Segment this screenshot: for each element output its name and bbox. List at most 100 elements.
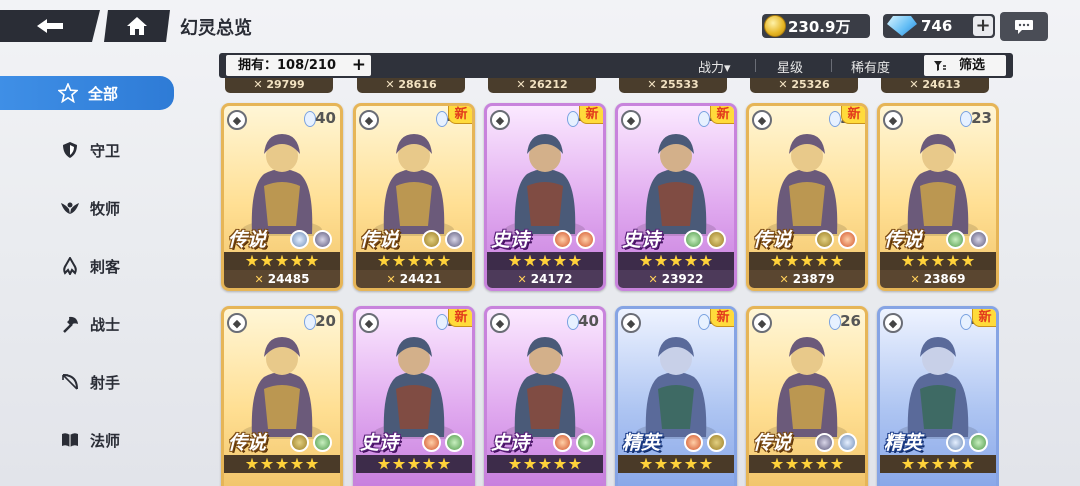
star-icon (901, 457, 915, 470)
star-icon (916, 457, 930, 470)
star-icon (290, 254, 304, 267)
star-icon (770, 254, 784, 267)
star-icon (800, 457, 814, 470)
star-icon (654, 457, 668, 470)
hero-power-value: 23922 (661, 272, 704, 286)
trait-icon (707, 230, 726, 249)
hero-portrait (242, 134, 322, 236)
star-icon (785, 254, 799, 267)
hero-level: 20 (315, 312, 336, 330)
star-rating (618, 455, 734, 473)
sidebar-item-guardian[interactable]: 守卫 (0, 133, 174, 167)
hero-card[interactable]: ◆40精英新 (615, 306, 737, 486)
star-icon (699, 457, 713, 470)
trait-icon (684, 433, 703, 452)
trait-icon (313, 230, 332, 249)
shield-icon (60, 140, 80, 160)
hero-portrait (374, 134, 454, 236)
sidebar-item-archer[interactable]: 射手 (0, 365, 174, 399)
sidebar-item-label: 法师 (90, 431, 121, 450)
home-icon (127, 17, 147, 35)
crossed-swords-icon: ✕ (910, 273, 920, 286)
star-icon (392, 457, 406, 470)
trait-icon (969, 433, 988, 452)
hero-card[interactable]: ◆40精英新 (877, 306, 999, 486)
star-icon (422, 457, 436, 470)
rarity-label: 史诗 (360, 432, 399, 454)
hero-power: ✕ 24421 (356, 270, 472, 288)
hero-card[interactable]: ◆ 26 传说 (746, 306, 868, 486)
star-icon (669, 254, 683, 267)
star-icon (654, 254, 668, 267)
sidebar-item-assassin[interactable]: 刺客 (0, 249, 174, 283)
sort-by-star-button[interactable]: 星级 (777, 57, 803, 76)
star-icon (407, 254, 421, 267)
star-icon (422, 254, 436, 267)
star-icon (931, 254, 945, 267)
star-icon (568, 457, 582, 470)
hero-portrait (898, 337, 978, 439)
hero-level: 40 (578, 312, 599, 330)
crossed-swords-icon: ✕ (517, 273, 527, 286)
trait-icon (815, 230, 834, 249)
sort-by-rarity-button[interactable]: 稀有度 (851, 57, 890, 76)
hero-power-value: 23879 (792, 272, 835, 286)
hero-portrait (636, 134, 716, 236)
star-icon (699, 254, 713, 267)
star-icon (669, 457, 683, 470)
hero-card[interactable]: ◆ 20 传说 (221, 306, 343, 486)
dagger-icon (60, 256, 80, 276)
hero-card[interactable]: ◆ 23 传说 ✕ 23869 (877, 103, 999, 291)
hero-card[interactable]: ◆ 40 史诗 (484, 306, 606, 486)
chat-bubble-icon (1015, 19, 1033, 34)
rarity-label: 传说 (228, 432, 267, 454)
star-icon (901, 254, 915, 267)
star-icon (931, 457, 945, 470)
new-badge: 新 (972, 309, 996, 327)
star-icon (508, 254, 522, 267)
star-icon (260, 254, 274, 267)
star-icon (245, 254, 259, 267)
hero-portrait (767, 337, 847, 439)
star-icon (815, 457, 829, 470)
rarity-label: 传说 (228, 229, 267, 251)
expand-capacity-button[interactable]: + (352, 55, 366, 76)
hero-card[interactable]: ◆ 40 传说 ✕ 24485 (221, 103, 343, 291)
sort-by-power-button[interactable]: 战力▾ (698, 57, 731, 76)
previous-card-power: ✕ 25533 (619, 78, 727, 93)
trait-icon (838, 230, 857, 249)
new-badge: 新 (710, 106, 734, 124)
star-icon (800, 254, 814, 267)
trait-icon (946, 433, 965, 452)
hero-card[interactable]: ◆40史诗✕24172新 (484, 103, 606, 291)
filter-button[interactable]: 筛选 (924, 55, 1006, 76)
back-arrow-icon (37, 19, 63, 33)
add-gems-button[interactable]: + (973, 16, 993, 36)
sidebar-item-warrior[interactable]: 战士 (0, 307, 174, 341)
sidebar-item-label: 全部 (88, 84, 119, 103)
star-icon (553, 254, 567, 267)
hero-card[interactable]: ◆40传说✕24421新 (353, 103, 475, 291)
star-rating (356, 455, 472, 473)
trait-icon (576, 433, 595, 452)
sidebar-item-all[interactable]: 全部 (0, 76, 174, 110)
hero-level: 26 (840, 312, 861, 330)
hero-card[interactable]: ◆28传说✕23879新 (746, 103, 868, 291)
star-icon (568, 254, 582, 267)
previous-card-power: ✕ 24613 (881, 78, 989, 93)
hero-card[interactable]: ◆40史诗✕23922新 (615, 103, 737, 291)
star-rating (224, 455, 340, 473)
sidebar-item-label: 战士 (90, 315, 121, 334)
back-button[interactable] (0, 10, 100, 42)
home-button[interactable] (104, 10, 170, 42)
star-icon (305, 254, 319, 267)
gold-coin-icon (764, 15, 786, 37)
book-icon (60, 430, 80, 450)
sidebar-item-priest[interactable]: 牧师 (0, 191, 174, 225)
hero-power-value: 24172 (530, 272, 573, 286)
crossed-swords-icon: ✕ (648, 273, 658, 286)
sidebar-item-mage[interactable]: 法师 (0, 423, 174, 457)
hero-card[interactable]: ◆26史诗新 (353, 306, 475, 486)
rarity-label: 史诗 (622, 229, 661, 251)
chat-button[interactable] (1000, 12, 1048, 41)
